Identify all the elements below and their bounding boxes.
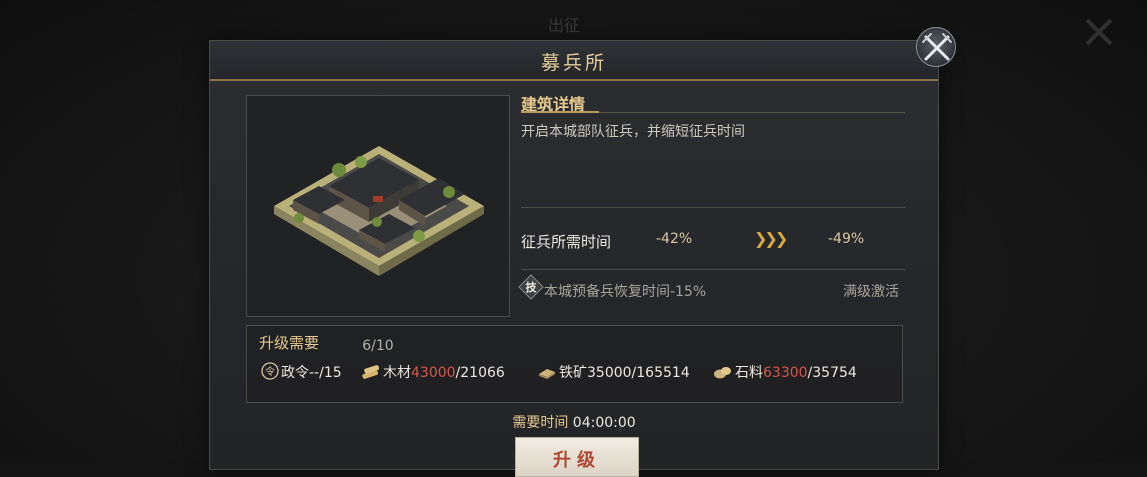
upgrade-time: 需要时间 04:00:00	[210, 412, 938, 432]
time-value: 04:00:00	[572, 415, 636, 431]
iron-name: 铁矿	[559, 365, 587, 381]
requirements-title: 升级需要	[259, 334, 320, 352]
dialog-title: 募兵所	[540, 52, 607, 74]
order-owned: /15	[319, 365, 342, 381]
building-description: 开启本城部队征兵，并缩短征兵时间	[521, 124, 745, 140]
stat-next-value: -49%	[828, 231, 865, 247]
title-bar: 募兵所	[210, 41, 938, 81]
stone-owned: /35754	[807, 365, 857, 381]
background-title: 出征	[548, 16, 581, 35]
svg-text:令: 令	[265, 365, 275, 378]
requirement-order: 令 政令--/15	[261, 362, 342, 382]
details-heading-accent	[521, 111, 599, 113]
iron-icon	[539, 369, 555, 379]
stone-icon	[714, 367, 731, 379]
next-level-arrow-icon: ❯❯❯	[754, 229, 788, 248]
iron-owned: /165514	[631, 365, 690, 381]
time-label: 需要时间	[512, 415, 569, 431]
stat-divider-bottom	[521, 269, 905, 270]
wood-owned: /21066	[455, 365, 505, 381]
requirement-iron: 铁矿35000/165514	[537, 362, 690, 382]
stat-label: 征兵所需时间	[521, 233, 612, 251]
wood-icon	[362, 365, 380, 379]
stat-current-value: -42%	[656, 231, 693, 247]
wood-required: 43000	[411, 365, 456, 381]
skill-description: 本城预备兵恢复时间-15%	[544, 284, 707, 300]
iron-required: 35000	[587, 365, 632, 381]
close-button[interactable]	[916, 27, 956, 67]
requirement-wood: 木材43000/21066	[361, 362, 505, 382]
upgrade-button-label: 升级	[553, 450, 601, 471]
upgrade-button[interactable]: 升级	[515, 437, 639, 477]
stone-name: 石料	[735, 365, 763, 381]
stone-required: 63300	[763, 365, 808, 381]
wood-name: 木材	[383, 365, 411, 381]
upgrade-requirements: 升级需要 令 政令--/15 木材43000/21066 铁矿35000/165…	[246, 325, 903, 403]
order-icon: 令	[261, 362, 279, 380]
order-name: 政令	[281, 365, 309, 381]
barracks-building-image	[274, 146, 484, 276]
stat-divider-top	[521, 207, 905, 208]
crossed-swords-close-icon	[922, 33, 952, 61]
building-dialog: 募兵所 6/10 建筑详情 开启本城部队征兵，并缩短征兵时间 征兵所需时间 -4…	[209, 40, 939, 477]
building-image-frame: 6/10	[246, 95, 510, 354]
skill-badge-label: 技	[525, 281, 537, 294]
requirement-stone: 石料63300/35754	[713, 362, 857, 382]
skill-status: 满级激活	[843, 284, 899, 300]
order-required: --	[309, 365, 320, 381]
background-close-icon	[1085, 18, 1113, 46]
